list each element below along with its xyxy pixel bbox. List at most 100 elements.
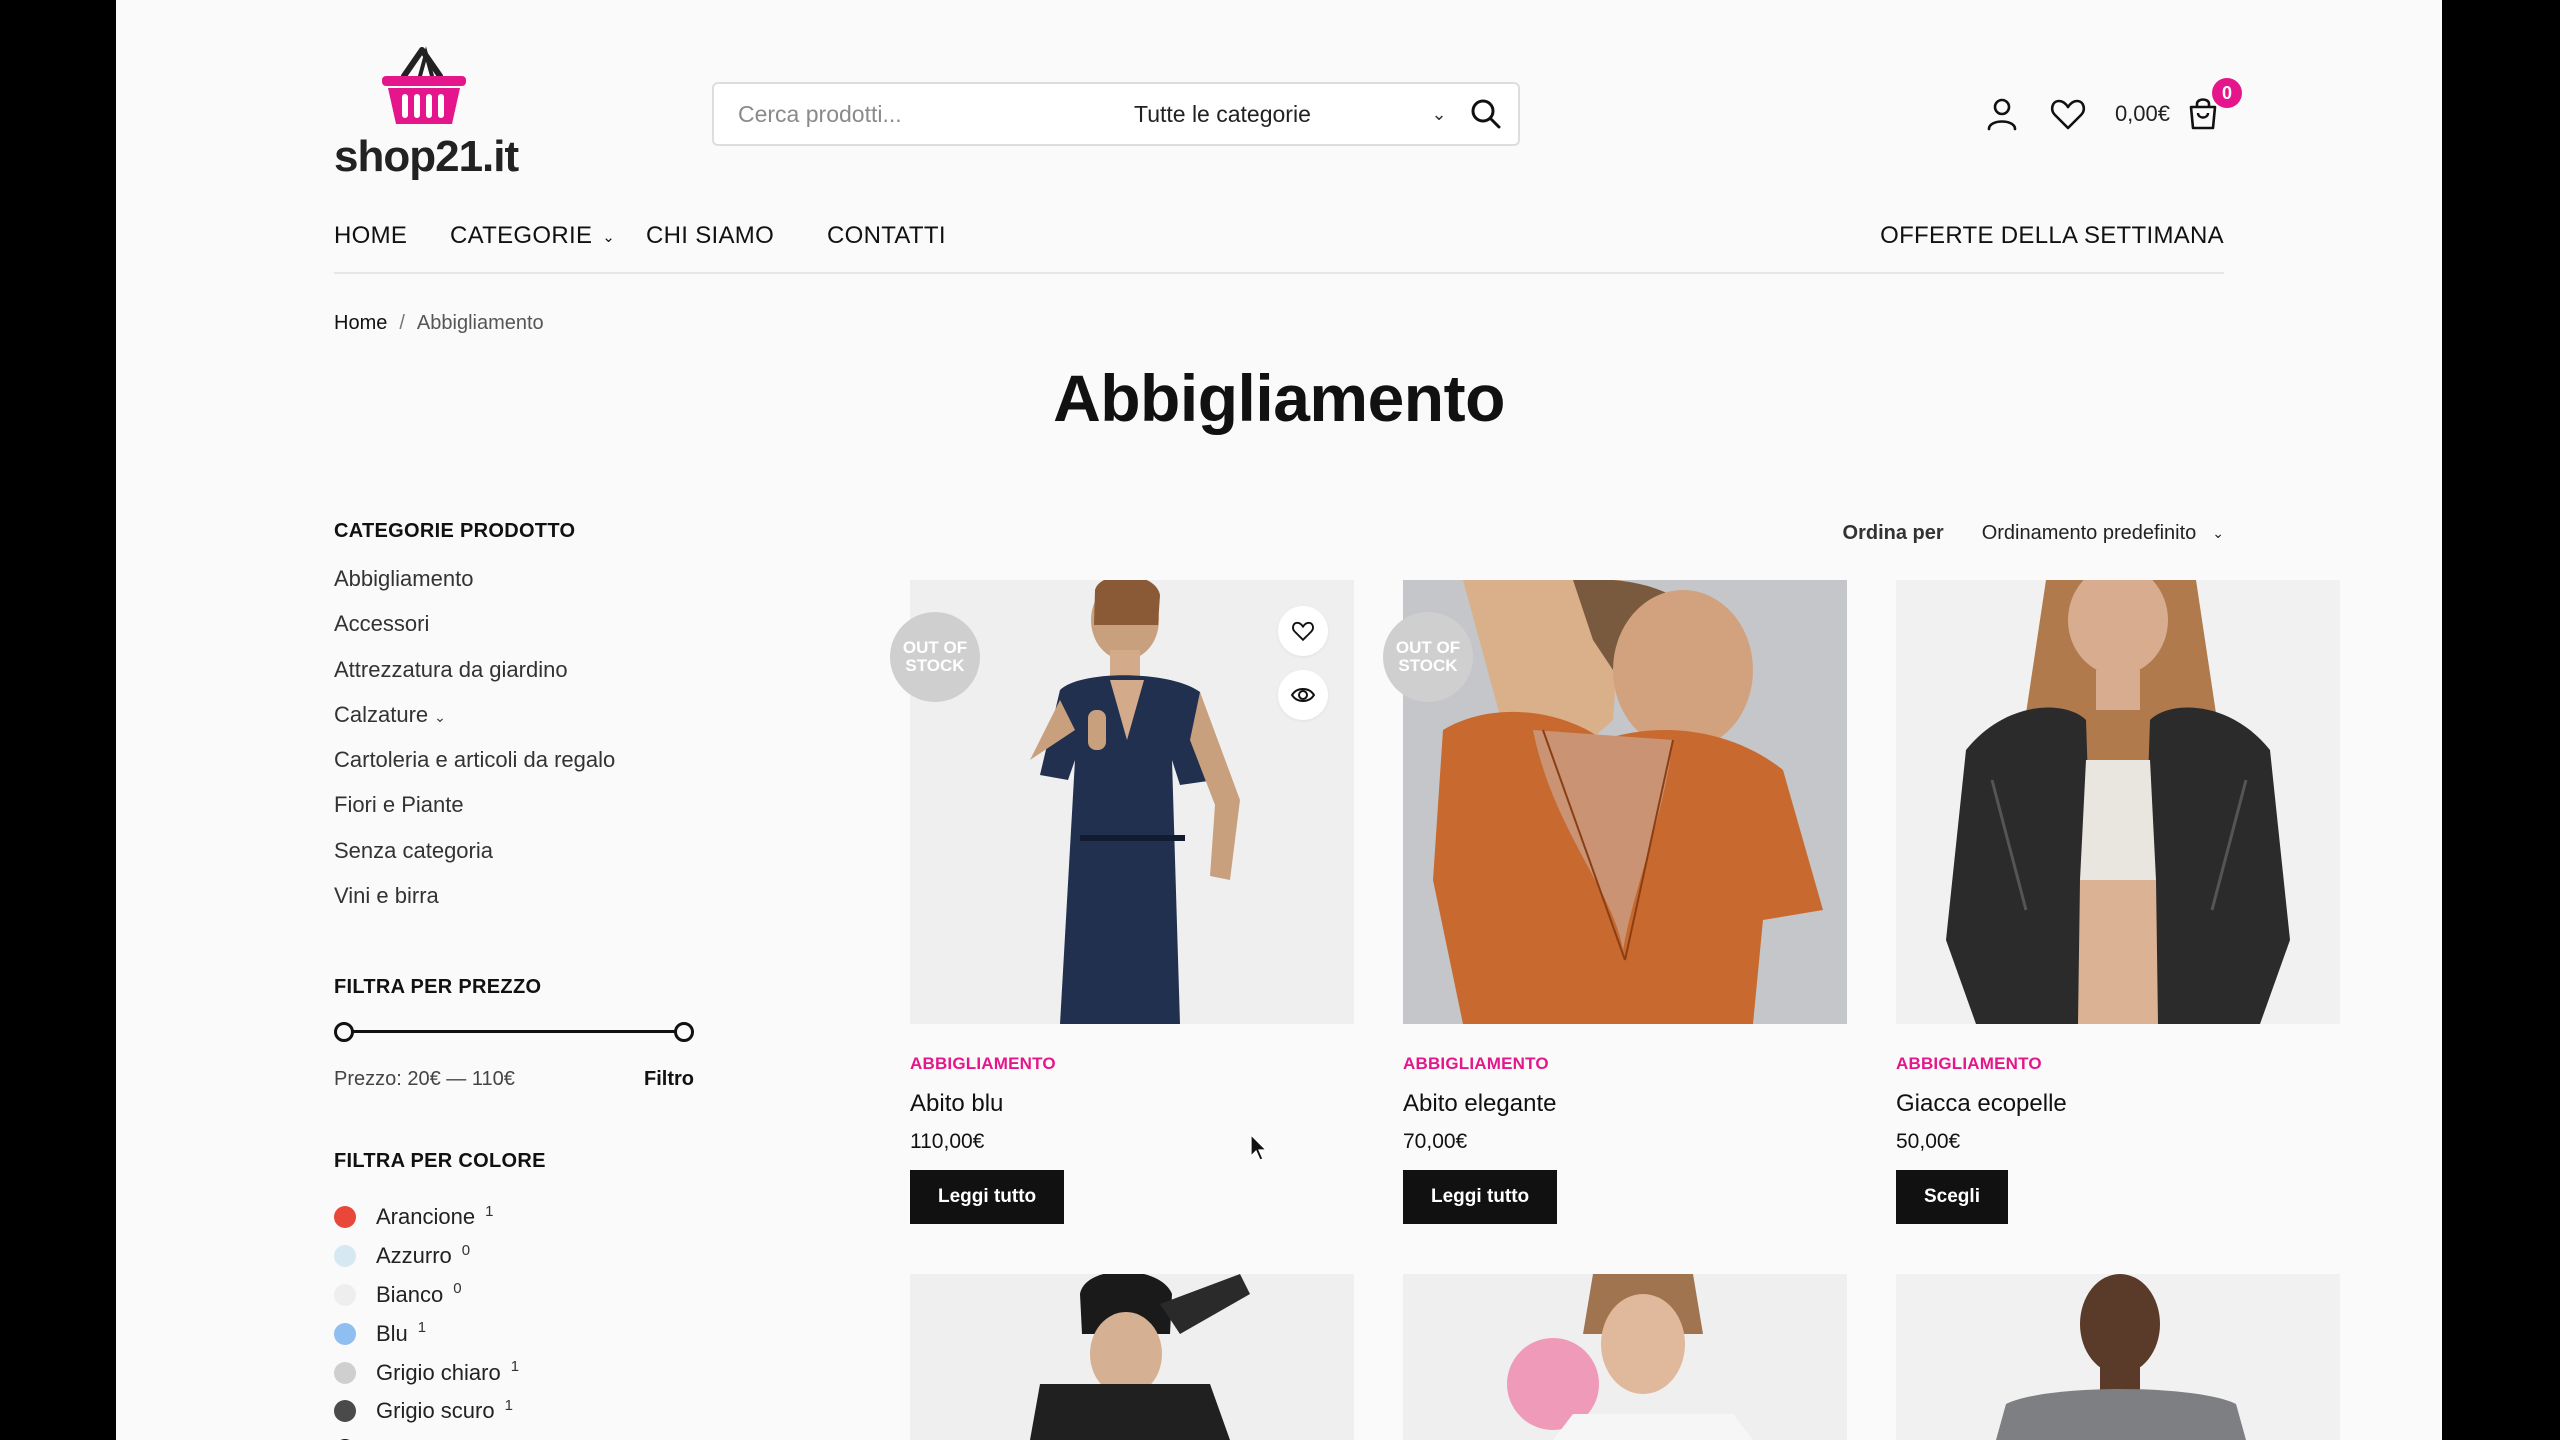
product-name[interactable]: Abito elegante bbox=[1403, 1090, 1556, 1118]
user-icon[interactable] bbox=[1983, 95, 2021, 133]
category-item[interactable]: Accessori bbox=[334, 610, 694, 655]
chevron-down-icon[interactable]: ⌄ bbox=[434, 709, 446, 725]
category-item[interactable]: Vini e birra bbox=[334, 882, 694, 927]
sidebar: CATEGORIE PRODOTTO Abbigliamento Accesso… bbox=[334, 520, 694, 1440]
product-photo-black-outfit bbox=[910, 1274, 1354, 1440]
product-image[interactable] bbox=[910, 1274, 1354, 1440]
category-item-label: Calzature bbox=[334, 701, 429, 727]
price-slider-min-handle[interactable] bbox=[334, 1022, 354, 1042]
read-more-button[interactable]: Leggi tutto bbox=[910, 1170, 1065, 1224]
color-item[interactable]: Blu 1 bbox=[334, 1314, 519, 1353]
product-category[interactable]: ABBIGLIAMENTO bbox=[1896, 1054, 2042, 1074]
price-slider[interactable] bbox=[334, 1020, 694, 1044]
category-item[interactable]: Senza categoria bbox=[334, 837, 694, 882]
product-photo-grey-tshirt bbox=[1896, 1274, 2340, 1440]
category-list: Abbigliamento Accessori Attrezzatura da … bbox=[334, 565, 694, 927]
content-wrapper: shop21.it Tutte le categorie ⌄ 0,00€ bbox=[334, 0, 2340, 1440]
sort-select[interactable]: Ordinamento predefinito bbox=[1982, 522, 2197, 545]
category-item[interactable]: Abbigliamento bbox=[334, 565, 694, 610]
color-swatch bbox=[334, 1400, 356, 1423]
product-card bbox=[1896, 1274, 2340, 1440]
product-category[interactable]: ABBIGLIAMENTO bbox=[1403, 1054, 1549, 1074]
category-select[interactable]: Tutte le categorie ⌄ bbox=[1134, 84, 1464, 144]
color-name: Bianco bbox=[376, 1281, 444, 1307]
product-category[interactable]: ABBIGLIAMENTO bbox=[910, 1054, 1056, 1074]
color-count: 0 bbox=[453, 1280, 462, 1298]
product-card: OUT OF STOCK ABBIGLIAMENTO Abito blu 110,… bbox=[890, 580, 1354, 1240]
color-item[interactable]: Azzurro 0 bbox=[334, 1237, 519, 1276]
nav-item-home[interactable]: HOME bbox=[334, 222, 407, 250]
color-filter-list: Arancione 1 Azzurro 0 Bianco 0 Blu 1 Grigio … bbox=[334, 1198, 519, 1440]
product-photo-bubble-gum bbox=[1403, 1274, 1847, 1440]
wishlist-button[interactable] bbox=[1278, 606, 1328, 656]
heart-icon[interactable] bbox=[2049, 95, 2087, 133]
page: shop21.it Tutte le categorie ⌄ 0,00€ bbox=[116, 0, 2442, 1440]
color-item[interactable]: Grigio chiaro 1 bbox=[334, 1353, 519, 1392]
color-swatch bbox=[334, 1245, 356, 1268]
price-range-text: Prezzo: 20€ — 110€ bbox=[334, 1068, 515, 1090]
color-count: 1 bbox=[510, 1358, 520, 1376]
color-count: 1 bbox=[417, 1319, 427, 1337]
breadcrumb: Home / Abbigliamento bbox=[334, 312, 544, 335]
product-name[interactable]: Abito blu bbox=[910, 1090, 1003, 1118]
color-item[interactable]: Grigio scuro 1 bbox=[334, 1392, 519, 1431]
breadcrumb-home[interactable]: Home bbox=[334, 312, 387, 334]
breadcrumb-separator: / bbox=[399, 312, 405, 334]
nav-item-categorie-label: CATEGORIE bbox=[450, 222, 593, 249]
search-icon[interactable] bbox=[1468, 96, 1504, 132]
basket-logo-icon bbox=[382, 46, 466, 124]
chevron-down-icon[interactable]: ⌄ bbox=[2212, 525, 2224, 542]
price-slider-track bbox=[344, 1030, 684, 1033]
product-card: ABBIGLIAMENTO Giacca ecopelle 50,00€ Sce… bbox=[1896, 580, 2340, 1240]
price-slider-max-handle[interactable] bbox=[674, 1022, 694, 1042]
cart-button[interactable]: 0 bbox=[2184, 78, 2242, 134]
color-swatch bbox=[334, 1361, 356, 1384]
sort-control: Ordina per Ordinamento predefinito ⌄ bbox=[1843, 522, 2224, 545]
price-filter-heading: FILTRA PER PREZZO bbox=[334, 976, 542, 998]
header-actions: 0,00€ 0 bbox=[1983, 78, 2242, 142]
main-nav: HOME CATEGORIE ⌄ CHI SIAMO CONTATTI OFFER… bbox=[334, 208, 2224, 274]
product-card bbox=[1403, 1274, 1847, 1440]
search-input[interactable] bbox=[738, 84, 1118, 144]
product-name[interactable]: Giacca ecopelle bbox=[1896, 1090, 2067, 1118]
color-item-partial[interactable] bbox=[334, 1431, 519, 1440]
color-name: Grigio scuro bbox=[376, 1398, 495, 1424]
product-image[interactable] bbox=[1896, 1274, 2340, 1440]
filter-button[interactable]: Filtro bbox=[644, 1068, 694, 1091]
product-image[interactable] bbox=[1403, 1274, 1847, 1440]
nav-item-offerte[interactable]: OFFERTE DELLA SETTIMANA bbox=[1880, 222, 2224, 250]
color-name: Grigio chiaro bbox=[376, 1359, 501, 1385]
sort-label: Ordina per bbox=[1842, 522, 1944, 544]
color-count: 1 bbox=[504, 1396, 513, 1414]
category-item[interactable]: Fiori e Piante bbox=[334, 791, 694, 836]
chevron-down-icon: ⌄ bbox=[1431, 103, 1447, 124]
category-item[interactable]: Cartoleria e articoli da regalo bbox=[334, 746, 694, 791]
product-photo-leather-jacket bbox=[1896, 580, 2340, 1024]
color-swatch bbox=[334, 1322, 356, 1345]
categories-heading: CATEGORIE PRODOTTO bbox=[334, 520, 576, 542]
choose-options-button[interactable]: Scegli bbox=[1896, 1170, 2008, 1224]
heart-icon bbox=[1292, 621, 1314, 642]
breadcrumb-current: Abbigliamento bbox=[416, 312, 544, 334]
site-logo[interactable]: shop21.it bbox=[334, 44, 520, 181]
color-item[interactable]: Arancione 1 bbox=[334, 1198, 519, 1237]
product-price: 70,00€ bbox=[1403, 1130, 1468, 1153]
quick-view-button[interactable] bbox=[1278, 670, 1328, 720]
color-swatch bbox=[334, 1206, 356, 1229]
category-select-label: Tutte le categorie bbox=[1134, 100, 1311, 127]
price-range-row: Prezzo: 20€ — 110€ Filtro bbox=[334, 1068, 694, 1091]
color-count: 1 bbox=[485, 1202, 494, 1220]
nav-item-categorie[interactable]: CATEGORIE ⌄ bbox=[450, 222, 615, 250]
product-image[interactable] bbox=[1896, 580, 2340, 1024]
eye-icon bbox=[1290, 688, 1316, 702]
read-more-button[interactable]: Leggi tutto bbox=[1403, 1170, 1558, 1224]
page-title: Abbigliamento bbox=[1053, 361, 1505, 435]
cart-total[interactable]: 0,00€ bbox=[2115, 101, 2170, 127]
color-item[interactable]: Bianco 0 bbox=[334, 1276, 519, 1315]
category-item[interactable]: Attrezzatura da giardino bbox=[334, 656, 694, 701]
color-name: Azzurro bbox=[376, 1243, 452, 1269]
product-card: OUT OF STOCK ABBIGLIAMENTO Abito elegante… bbox=[1383, 580, 1847, 1240]
category-item-calzature[interactable]: Calzature ⌄ bbox=[334, 701, 694, 746]
nav-item-chi-siamo[interactable]: CHI SIAMO bbox=[646, 222, 774, 250]
nav-item-contatti[interactable]: CONTATTI bbox=[827, 222, 946, 250]
